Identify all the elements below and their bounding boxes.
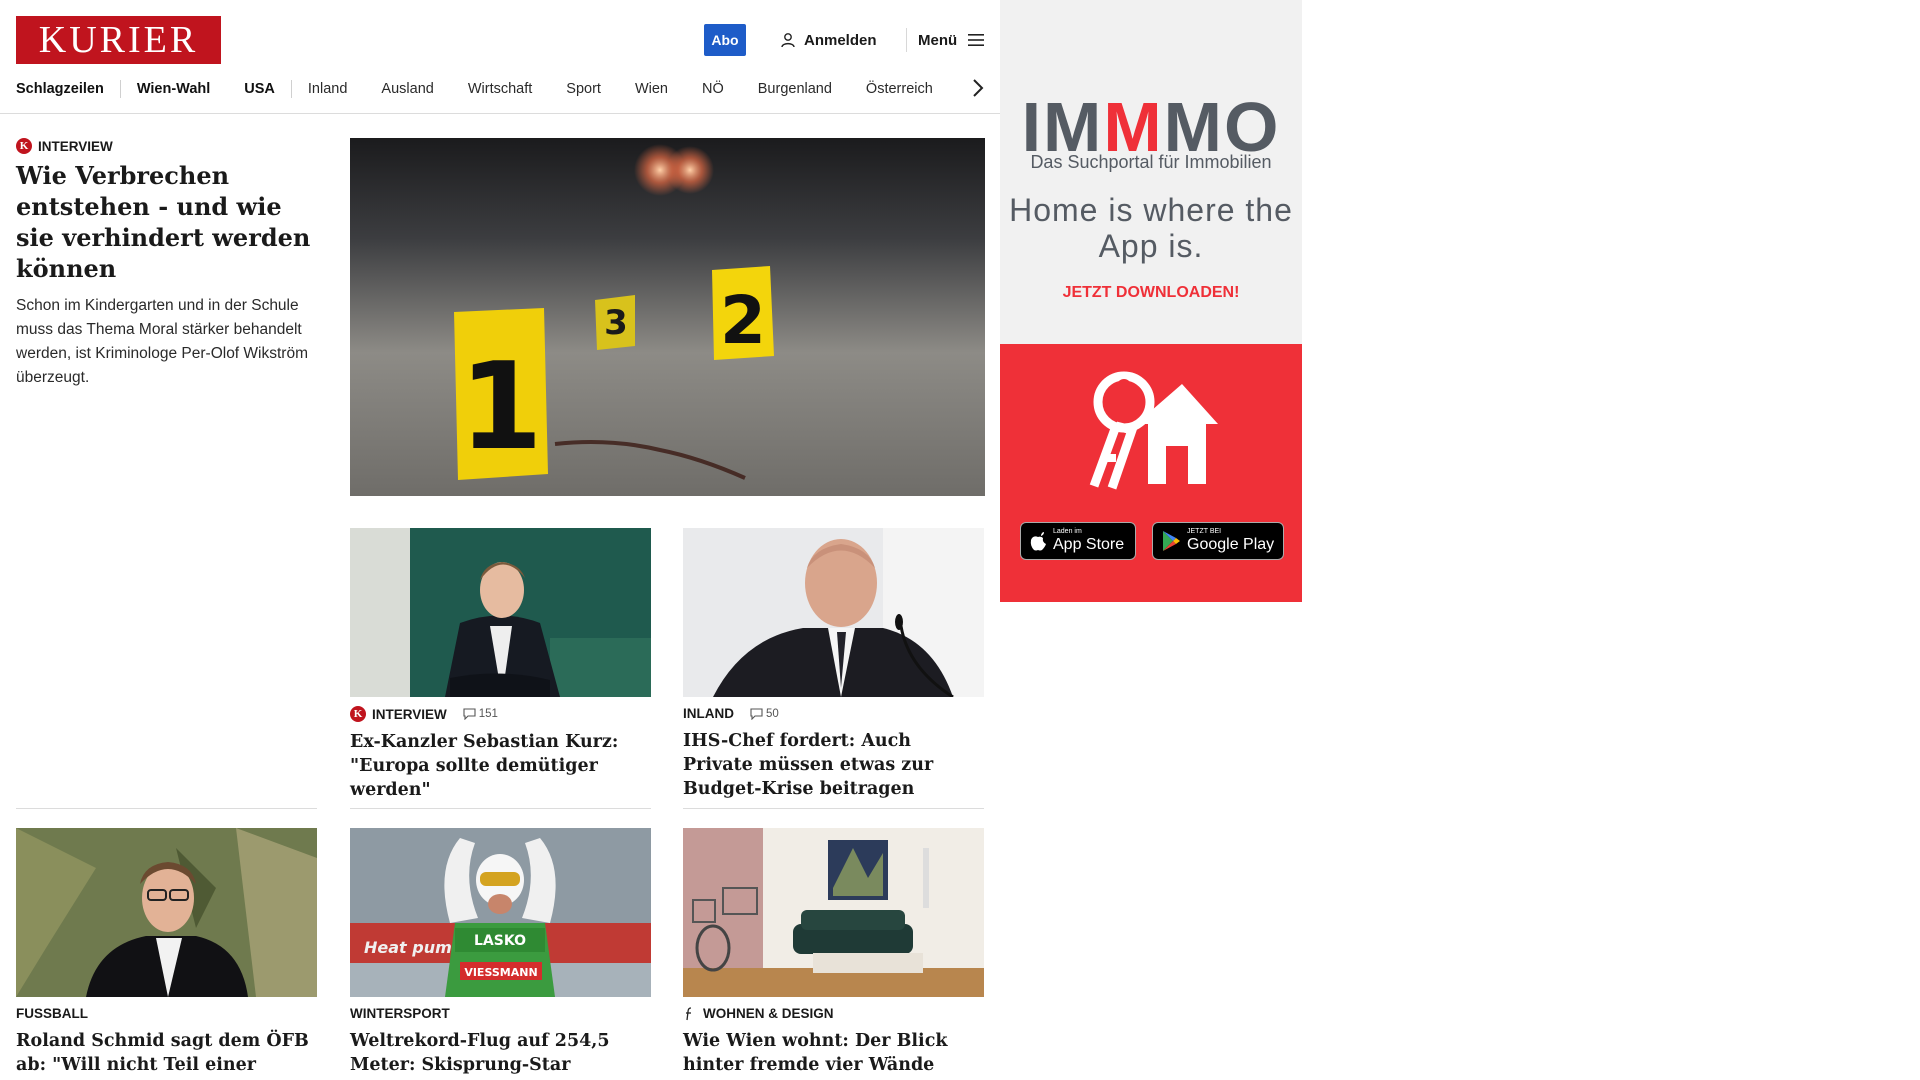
chevron-right-icon[interactable]: [968, 77, 988, 99]
nav-item-noe[interactable]: NÖ: [702, 81, 724, 97]
nav-item-inland[interactable]: Inland: [308, 81, 348, 97]
kurier-logo[interactable]: KURIER: [16, 16, 221, 64]
nav-item-schlagzeilen[interactable]: Schlagzeilen: [16, 81, 104, 97]
menu-button[interactable]: Menü: [918, 28, 985, 52]
marker-2: 2: [720, 282, 766, 359]
app-store-small: Laden im: [1053, 528, 1082, 535]
kurier-plus-icon: K: [350, 706, 366, 722]
immmo-ad[interactable]: IMMMO Das Suchportal für Immobilien Home…: [1000, 0, 1302, 602]
site-header: KURIER Abo Anmelden Menü Schlagzeilen Wi…: [0, 0, 1000, 114]
login-label: Anmelden: [804, 31, 877, 49]
evidence-markers-photo: 3 2 1: [350, 138, 985, 496]
card-headline[interactable]: IHS-Chef fordert: Auch Private müssen et…: [683, 729, 984, 801]
card-headline[interactable]: Weltrekord-Flug auf 254,5 Meter: Skispru…: [350, 1029, 651, 1080]
lead-article[interactable]: K INTERVIEW Wie Verbrechen entstehen - u…: [16, 138, 321, 390]
apple-icon: [1030, 532, 1046, 551]
login-button[interactable]: Anmelden: [780, 28, 877, 52]
ad-download-cta[interactable]: JETZT DOWNLOADEN!: [1000, 284, 1302, 302]
card-meta: WINTERSPORT: [350, 1006, 651, 1021]
ad-red-panel: [1000, 344, 1302, 602]
bib-text: LASKO: [474, 933, 526, 949]
user-icon: [781, 33, 795, 48]
ihs-photo[interactable]: [683, 528, 984, 697]
comment-count-value: 50: [766, 707, 779, 720]
article-card-kurz[interactable]: K INTERVIEW 151 Ex-Kanzler Sebastian Kur…: [350, 528, 651, 802]
card-meta: WOHNEN & DESIGN: [683, 1006, 984, 1021]
section-nav: Schlagzeilen Wien-Wahl USA Inland Auslan…: [16, 78, 967, 100]
comment-icon: [463, 708, 476, 720]
comment-count[interactable]: 151: [463, 708, 498, 720]
lead-teaser: Schon im Kindergarten und in der Schule …: [16, 297, 308, 386]
card-kicker: INLAND: [683, 706, 734, 721]
lead-kicker: K INTERVIEW: [16, 138, 321, 154]
card-kicker: WOHNEN & DESIGN: [703, 1006, 834, 1021]
comment-count[interactable]: 50: [750, 708, 779, 720]
nav-item-wien[interactable]: Wien: [635, 81, 668, 97]
nav-divider: [290, 80, 292, 98]
card-kicker: INTERVIEW: [372, 706, 447, 722]
google-play-small: JETZT BEI: [1187, 528, 1222, 535]
ad-board-text: Heat pump: [364, 938, 463, 957]
lead-image[interactable]: 3 2 1: [350, 138, 985, 496]
abo-button[interactable]: Abo: [704, 24, 746, 56]
article-card-ski[interactable]: Heat pump LASKO VIESSMANN WINTERSPORT We…: [350, 828, 651, 1080]
card-meta: INLAND 50: [683, 706, 984, 721]
ski-jump-photo[interactable]: Heat pump LASKO VIESSMANN: [350, 828, 651, 997]
lead-kicker-label: INTERVIEW: [38, 138, 113, 154]
card-headline[interactable]: Roland Schmid sagt dem ÖFB ab: "Will nic…: [16, 1029, 317, 1080]
kurz-photo[interactable]: [350, 528, 651, 697]
article-card-ihs[interactable]: INLAND 50 IHS-Chef fordert: Auch Private…: [683, 528, 984, 801]
comment-count-value: 151: [478, 708, 498, 720]
header-divider: [906, 28, 907, 52]
google-play-button[interactable]: JETZT BEI Google Play: [1152, 522, 1284, 560]
card-kicker: FUSSBALL: [16, 1006, 88, 1021]
comment-icon: [750, 707, 763, 720]
nav-item-sport[interactable]: Sport: [566, 81, 601, 97]
nav-item-oesterreich[interactable]: Österreich: [866, 81, 933, 97]
key-house-icon: [1089, 371, 1218, 490]
lead-headline[interactable]: Wie Verbrechen entstehen - und wie sie v…: [16, 160, 321, 284]
hamburger-icon: [968, 34, 985, 46]
living-room-photo[interactable]: [683, 828, 984, 997]
google-play-icon: [1163, 531, 1180, 551]
nav-item-wien-wahl[interactable]: Wien-Wahl: [137, 81, 210, 97]
ad-slogan: Home is where the App is.: [1009, 192, 1293, 264]
f-style-icon: [686, 1006, 692, 1020]
card-meta: K INTERVIEW 151: [350, 706, 651, 722]
nav-item-wirtschaft[interactable]: Wirtschaft: [468, 81, 532, 97]
divider: [350, 808, 651, 809]
nav-item-ausland[interactable]: Ausland: [381, 81, 433, 97]
divider: [683, 808, 984, 809]
card-kicker: WINTERSPORT: [350, 1006, 450, 1021]
nav-item-burgenland[interactable]: Burgenland: [758, 81, 832, 97]
marker-3: 3: [604, 303, 628, 343]
kurier-plus-icon: K: [16, 138, 32, 154]
card-meta: FUSSBALL: [16, 1006, 317, 1021]
marker-1: 1: [459, 338, 543, 477]
card-headline[interactable]: Ex-Kanzler Sebastian Kurz: "Europa sollt…: [350, 730, 651, 802]
schmid-photo[interactable]: [16, 828, 317, 997]
banner-text: VIESSMANN: [464, 966, 537, 979]
nav-divider: [119, 80, 121, 98]
article-card-wohnen[interactable]: WOHNEN & DESIGN Wie Wien wohnt: Der Blic…: [683, 828, 984, 1077]
app-store-label: App Store: [1053, 536, 1125, 553]
app-store-button[interactable]: Laden im App Store: [1020, 522, 1136, 560]
article-card-schmid[interactable]: FUSSBALL Roland Schmid sagt dem ÖFB ab: …: [16, 828, 317, 1080]
menu-label: Menü: [918, 31, 958, 49]
ad-subtitle: Das Suchportal für Immobilien: [1030, 152, 1272, 172]
google-play-label: Google Play: [1187, 536, 1275, 553]
divider: [16, 808, 317, 809]
card-headline[interactable]: Wie Wien wohnt: Der Blick hinter fremde …: [683, 1029, 984, 1077]
nav-item-usa[interactable]: USA: [244, 81, 275, 97]
